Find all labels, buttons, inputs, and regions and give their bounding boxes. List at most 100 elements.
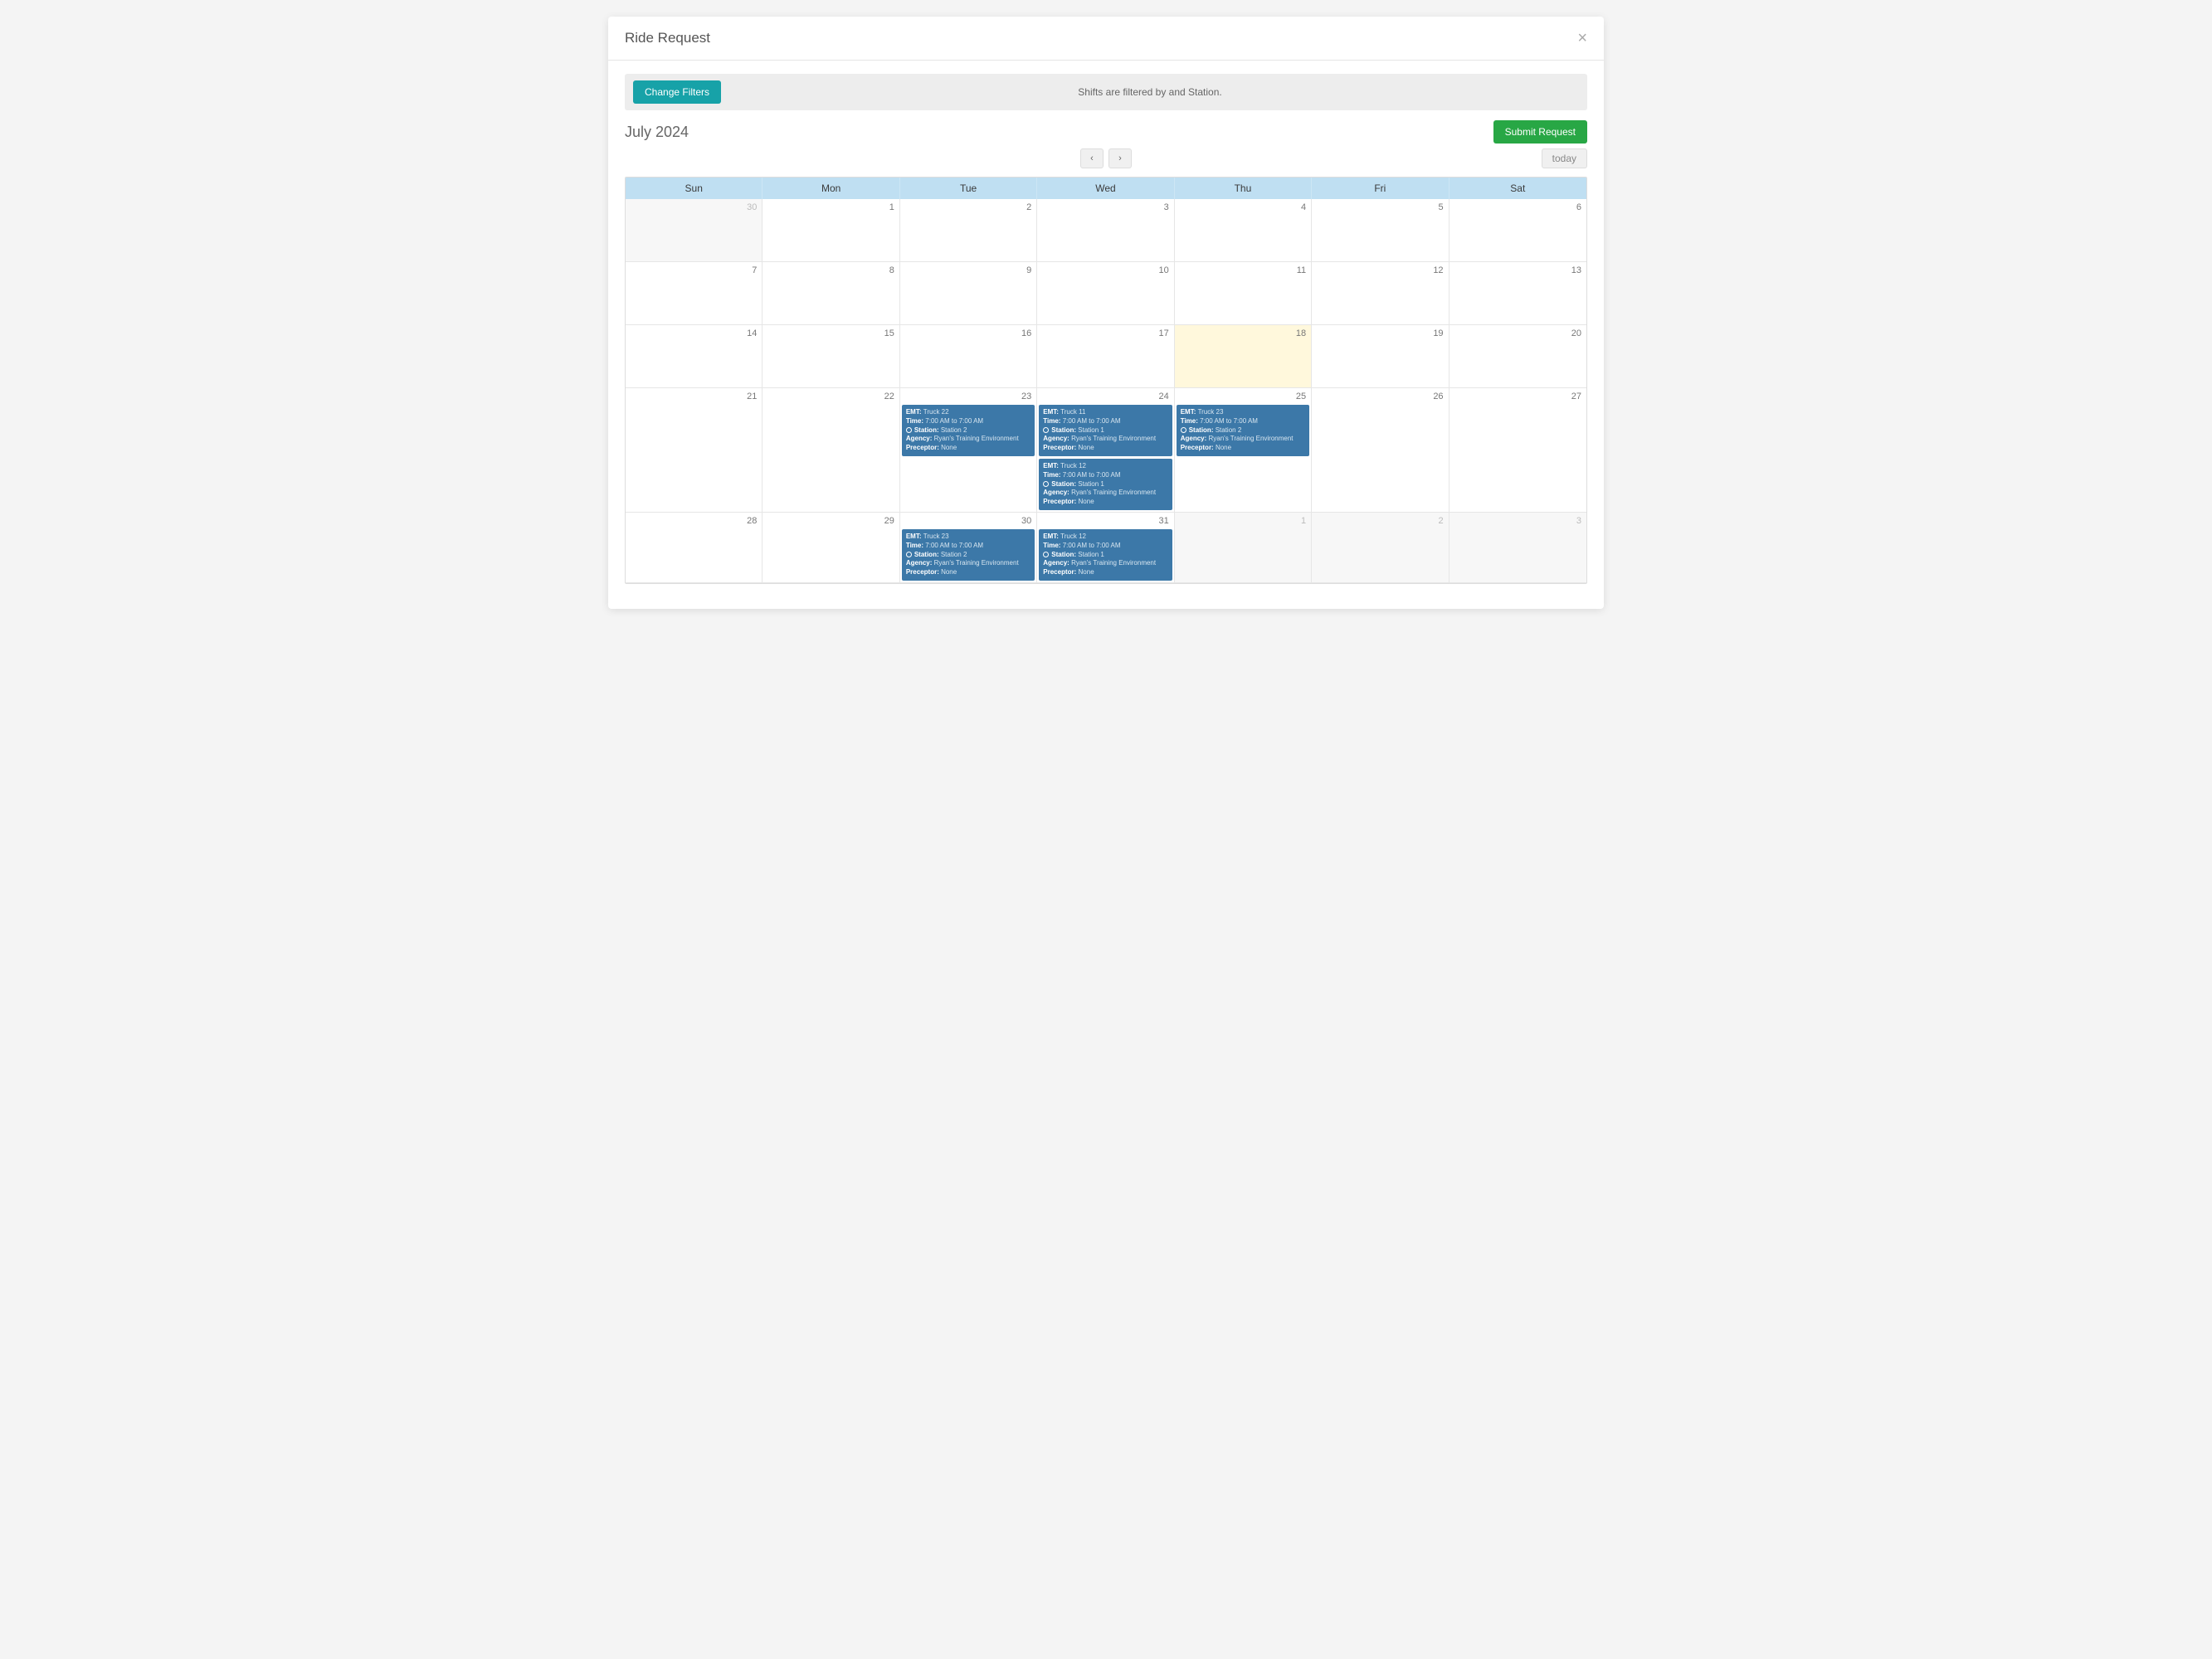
calendar-cell[interactable]: 1 [1175, 513, 1312, 583]
date-number: 30 [747, 202, 757, 212]
calendar-cell[interactable]: 3 [1449, 513, 1586, 583]
today-button[interactable]: today [1542, 148, 1587, 168]
radio-icon[interactable] [906, 552, 912, 557]
date-number: 25 [1296, 392, 1306, 401]
day-header: Thu [1175, 178, 1312, 199]
calendar-cell[interactable]: 15 [763, 325, 899, 388]
calendar-cell[interactable]: 20 [1449, 325, 1586, 388]
radio-icon[interactable] [1043, 552, 1049, 557]
calendar-cell[interactable]: 1 [763, 199, 899, 262]
calendar-cell[interactable]: 5 [1312, 199, 1449, 262]
date-number: 8 [889, 265, 894, 275]
radio-icon[interactable] [1043, 427, 1049, 433]
nav-button-group: ‹ › [1080, 148, 1132, 168]
filter-status-text: Shifts are filtered by and Station. [721, 86, 1579, 98]
date-number: 7 [752, 265, 757, 275]
submit-request-button[interactable]: Submit Request [1493, 120, 1587, 144]
calendar-cell[interactable]: 26 [1312, 388, 1449, 513]
date-number: 2 [1438, 516, 1443, 526]
calendar-cell[interactable]: 24 EMT: Truck 11Time: 7:00 AM to 7:00 AMS… [1037, 388, 1174, 513]
date-number: 2 [1026, 202, 1031, 212]
calendar-cell[interactable]: 30 [626, 199, 763, 262]
modal-body: Change Filters Shifts are filtered by an… [608, 61, 1604, 609]
modal-title: Ride Request [625, 30, 710, 46]
shift-event[interactable]: EMT: Truck 11Time: 7:00 AM to 7:00 AMSta… [1039, 405, 1172, 456]
day-header: Tue [900, 178, 1037, 199]
day-header: Wed [1037, 178, 1174, 199]
calendar-header-row: SunMonTueWedThuFriSat [626, 178, 1586, 199]
date-number: 21 [747, 392, 757, 401]
radio-icon[interactable] [906, 427, 912, 433]
change-filters-button[interactable]: Change Filters [633, 80, 721, 104]
date-number: 1 [889, 202, 894, 212]
day-header: Mon [763, 178, 899, 199]
date-number: 11 [1297, 265, 1306, 275]
month-label: July 2024 [625, 124, 689, 141]
calendar-cell[interactable]: 9 [900, 262, 1037, 325]
shift-event[interactable]: EMT: Truck 22Time: 7:00 AM to 7:00 AMSta… [902, 405, 1035, 456]
calendar-cell[interactable]: 30EMT: Truck 23Time: 7:00 AM to 7:00 AMS… [900, 513, 1037, 583]
calendar-cell[interactable]: 29 [763, 513, 899, 583]
date-number: 27 [1571, 392, 1581, 401]
prev-month-button[interactable]: ‹ [1080, 148, 1104, 168]
calendar-cell[interactable]: 14 [626, 325, 763, 388]
day-header: Sun [626, 178, 763, 199]
close-button[interactable]: × [1577, 30, 1587, 46]
shift-event[interactable]: EMT: Truck 12Time: 7:00 AM to 7:00 AMSta… [1039, 459, 1172, 510]
date-number: 26 [1433, 392, 1443, 401]
date-number: 16 [1021, 328, 1031, 338]
radio-icon[interactable] [1181, 427, 1186, 433]
calendar-cell[interactable]: 7 [626, 262, 763, 325]
calendar-cell[interactable]: 2 [1312, 513, 1449, 583]
calendar-cell[interactable]: 16 [900, 325, 1037, 388]
calendar-cell[interactable]: 23 EMT: Truck 22Time: 7:00 AM to 7:00 AMS… [900, 388, 1037, 513]
calendar-cell[interactable]: 3 [1037, 199, 1174, 262]
calendar-cell[interactable]: 8 [763, 262, 899, 325]
calendar-cell[interactable]: 6 [1449, 199, 1586, 262]
date-number: 20 [1571, 328, 1581, 338]
filter-bar: Change Filters Shifts are filtered by an… [625, 74, 1587, 110]
date-number: 1 [1301, 516, 1306, 526]
shift-event[interactable]: EMT: Truck 23Time: 7:00 AM to 7:00 AMSta… [902, 529, 1035, 581]
calendar-cell[interactable]: 22 [763, 388, 899, 513]
calendar-cell[interactable]: 25 EMT: Truck 23Time: 7:00 AM to 7:00 AMS… [1175, 388, 1312, 513]
calendar-cell[interactable]: 17 [1037, 325, 1174, 388]
date-number: 23 [1021, 392, 1031, 401]
shift-event[interactable]: EMT: Truck 12Time: 7:00 AM to 7:00 AMSta… [1039, 529, 1172, 581]
date-number: 28 [747, 516, 757, 526]
calendar-cell[interactable]: 28 [626, 513, 763, 583]
date-number: 15 [884, 328, 894, 338]
calendar-cell[interactable]: 12 [1312, 262, 1449, 325]
calendar-cell[interactable]: 13 [1449, 262, 1586, 325]
date-number: 3 [1576, 516, 1581, 526]
date-number: 29 [884, 516, 894, 526]
calendar-cell[interactable]: 19 [1312, 325, 1449, 388]
toolbar-row: July 2024 Submit Request [625, 120, 1587, 144]
calendar-body: 301234567891011121314151617181920212223E… [626, 199, 1586, 583]
next-month-button[interactable]: › [1108, 148, 1132, 168]
calendar: SunMonTueWedThuFriSat 301234567891011121… [625, 177, 1587, 584]
calendar-cell[interactable]: 31 EMT: Truck 12Time: 7:00 AM to 7:00 AMS… [1037, 513, 1174, 583]
day-header: Fri [1312, 178, 1449, 199]
shift-event[interactable]: EMT: Truck 23Time: 7:00 AM to 7:00 AMSta… [1177, 405, 1309, 456]
date-number: 3 [1164, 202, 1169, 212]
modal-header: Ride Request × [608, 17, 1604, 61]
date-number: 24 [1158, 392, 1168, 401]
calendar-cell[interactable]: 2 [900, 199, 1037, 262]
calendar-cell[interactable]: 10 [1037, 262, 1174, 325]
date-number: 18 [1296, 328, 1306, 338]
day-header: Sat [1449, 178, 1586, 199]
date-number: 6 [1576, 202, 1581, 212]
date-number: 31 [1158, 516, 1168, 526]
calendar-cell[interactable]: 18 [1175, 325, 1312, 388]
radio-icon[interactable] [1043, 481, 1049, 487]
calendar-cell[interactable]: 4 [1175, 199, 1312, 262]
calendar-nav-row: ‹ › today [625, 147, 1587, 170]
calendar-cell[interactable]: 11 [1175, 262, 1312, 325]
date-number: 13 [1571, 265, 1581, 275]
date-number: 14 [747, 328, 757, 338]
date-number: 17 [1158, 328, 1168, 338]
calendar-cell[interactable]: 27 [1449, 388, 1586, 513]
calendar-cell[interactable]: 21 [626, 388, 763, 513]
ride-request-modal: Ride Request × Change Filters Shifts are… [608, 17, 1604, 609]
